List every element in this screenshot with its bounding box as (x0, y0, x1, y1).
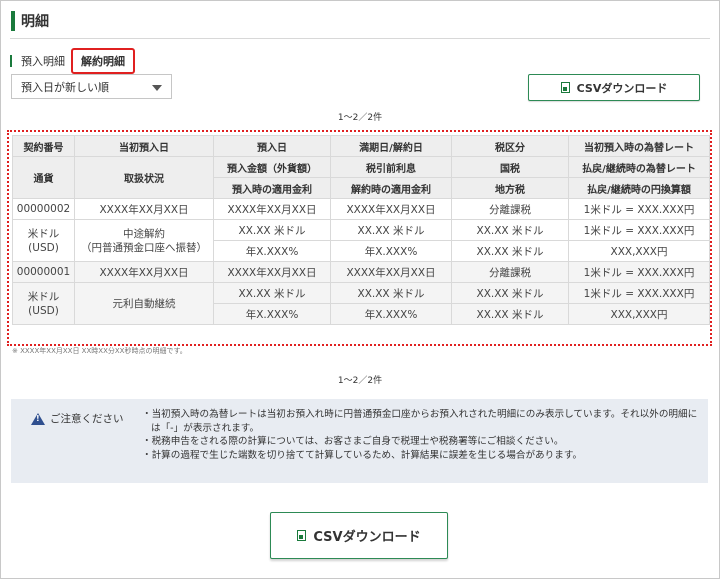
cell-initial-date: XXXX年XX月XX日 (74, 261, 214, 283)
tab-marker (10, 55, 12, 67)
csv-download-label: CSVダウンロード (313, 530, 421, 545)
header-tax-class: 税区分 (451, 135, 569, 157)
header-cancel-rate: 解約時の適用金利 (330, 177, 452, 199)
header-maturity-date: 満期日/解約日 (330, 135, 452, 157)
cell-national-tax: XX.XX 米ドル (451, 282, 569, 304)
notice-heading-label: ご注意ください (50, 413, 124, 425)
pager-count-bottom: 1〜2／2件 (337, 376, 383, 386)
cell-cancel-rate: 年X.XXX% (330, 240, 452, 262)
tab-deposit-details[interactable]: 預入明細 (21, 53, 65, 69)
notice-list: ・当初預入時の為替レートは当初お預入れ時に円普通預金口座からお預入れされた明細に… (142, 408, 702, 462)
sort-select-value: 預入日が新しい順 (21, 80, 109, 94)
sort-select[interactable]: 預入日が新しい順 (11, 74, 172, 99)
notice-item: ・計算の過程で生じた端数を切り捨てて計算しているため、計算結果に誤差を生じる場合… (142, 449, 583, 461)
cell-status: 中途解約 （円普通預金口座へ振替） (74, 219, 214, 262)
table-row: 00000002 XXXX年XX月XX日 XXXX年XX月XX日 XXXX年XX… (12, 198, 710, 220)
header-currency: 通貨 (12, 156, 75, 199)
csv-file-icon (297, 530, 307, 541)
cell-currency: 米ドル (USD) (12, 219, 75, 262)
header-contract-no: 契約番号 (12, 135, 75, 157)
cell-pretax-interest: XX.XX 米ドル (330, 282, 452, 304)
cell-national-tax: XX.XX 米ドル (451, 219, 569, 241)
cell-initial-date: XXXX年XX月XX日 (74, 198, 214, 220)
notice-box: ご注意ください ・当初預入時の為替レートは当初お預入れ時に円普通預金口座からお預… (11, 399, 708, 483)
tab-bar: 預入明細 解約明細 (10, 48, 135, 74)
title-divider (10, 38, 710, 39)
header-amount: 預入金額（外貨額） (213, 156, 331, 178)
header-fx-refund: 払戻/継続時の為替レート (568, 156, 710, 178)
timestamp-footnote: ※ XXXX年XX月XX日 XX時XX分XX秒時点の明細です。 (12, 347, 187, 355)
header-pretax-interest: 税引前利息 (330, 156, 452, 178)
header-national-tax: 国税 (451, 156, 569, 178)
csv-download-button-bottom[interactable]: CSVダウンロード (270, 512, 448, 559)
cell-fx-refund: 1米ドル = XXX.XXX円 (568, 219, 710, 241)
cell-cancel-rate: 年X.XXX% (330, 303, 452, 325)
cell-fx-refund: 1米ドル = XXX.XXX円 (568, 282, 710, 304)
header-yen-amount: 払戻/継続時の円換算額 (568, 177, 710, 199)
header-initial-date: 当初預入日 (74, 135, 214, 157)
table-row: 米ドル (USD) 中途解約 （円普通預金口座へ振替） XX.XX 米ドル XX… (12, 219, 710, 262)
cell-maturity-date: XXXX年XX月XX日 (330, 198, 452, 220)
header-fx-initial: 当初預入時の為替レート (568, 135, 710, 157)
page-title: 明細 (21, 14, 49, 30)
notice-item: ・税務申告をされる際の計算については、お客さまご自身で税理士や税務署等にご相談く… (142, 436, 564, 447)
cell-yen-amount: XXX,XXX円 (568, 240, 710, 262)
warning-icon (31, 412, 45, 425)
header-local-tax: 地方税 (451, 177, 569, 199)
cell-currency: 米ドル (USD) (12, 282, 75, 325)
cell-deposit-rate: 年X.XXX% (213, 240, 331, 262)
cell-fx-initial: 1米ドル = XXX.XXX円 (568, 261, 710, 283)
csv-file-icon (560, 82, 570, 93)
header-status: 取扱状況 (74, 156, 214, 199)
cell-amount: XX.XX 米ドル (213, 282, 331, 304)
cancellation-table: 契約番号 当初預入日 預入日 満期日/解約日 税区分 当初預入時の為替レート 通… (12, 135, 710, 325)
cell-status: 元利自動継続 (74, 282, 214, 325)
cell-contract-no: 00000001 (12, 261, 75, 283)
pager-count-top: 1〜2／2件 (337, 113, 383, 123)
cell-amount: XX.XX 米ドル (213, 219, 331, 241)
notice-item: ・当初預入時の為替レートは当初お預入れ時に円普通預金口座からお預入れされた明細に… (142, 409, 698, 434)
cell-contract-no: 00000002 (12, 198, 75, 220)
tab-cancellation-details[interactable]: 解約明細 (71, 48, 135, 74)
table-row: 米ドル (USD) 元利自動継続 XX.XX 米ドル XX.XX 米ドル XX.… (12, 282, 710, 325)
cell-local-tax: XX.XX 米ドル (451, 240, 569, 262)
cell-pretax-interest: XX.XX 米ドル (330, 219, 452, 241)
table-row: 00000001 XXXX年XX月XX日 XXXX年XX月XX日 XXXX年XX… (12, 261, 710, 283)
cell-maturity-date: XXXX年XX月XX日 (330, 261, 452, 283)
csv-download-button-top[interactable]: CSVダウンロード (528, 74, 700, 101)
csv-download-label: CSVダウンロード (576, 81, 668, 95)
cell-yen-amount: XXX,XXX円 (568, 303, 710, 325)
header-deposit-rate: 預入時の適用金利 (213, 177, 331, 199)
chevron-down-icon (152, 85, 162, 91)
cell-deposit-rate: 年X.XXX% (213, 303, 331, 325)
cell-deposit-date: XXXX年XX月XX日 (213, 261, 331, 283)
header-deposit-date: 預入日 (213, 135, 331, 157)
cell-deposit-date: XXXX年XX月XX日 (213, 198, 331, 220)
title-accent-bar (11, 11, 15, 31)
cell-fx-initial: 1米ドル = XXX.XXX円 (568, 198, 710, 220)
page-header: 明細 (11, 10, 49, 32)
notice-heading: ご注意ください (31, 411, 124, 426)
cell-tax-class: 分離課税 (451, 261, 569, 283)
cell-tax-class: 分離課税 (451, 198, 569, 220)
cell-local-tax: XX.XX 米ドル (451, 303, 569, 325)
